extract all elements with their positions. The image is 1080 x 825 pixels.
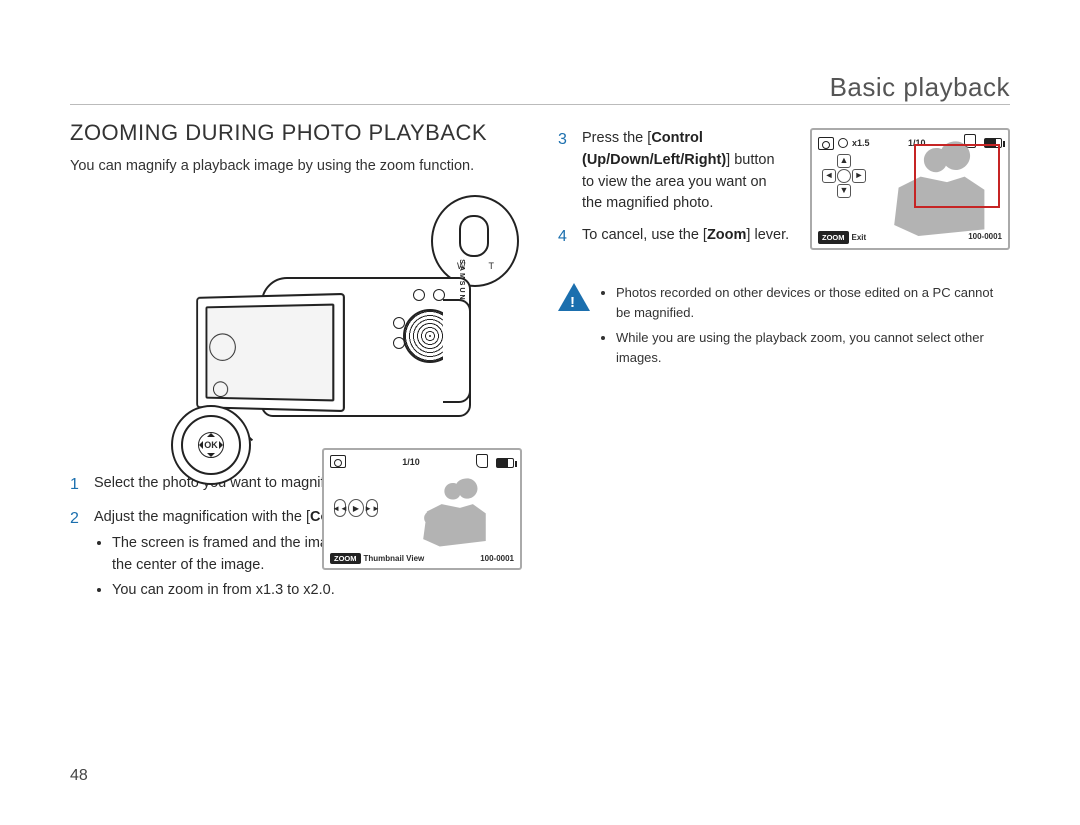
zoom-lever-icon	[459, 215, 489, 257]
zoom-tag-icon: ZOOM	[330, 553, 361, 564]
warning-icon: !	[558, 283, 590, 315]
step-4: 4 To cancel, use the [Zoom] lever.	[558, 225, 790, 249]
zoom-tag-icon: ZOOM	[818, 231, 849, 244]
photo-mode-icon	[818, 137, 834, 150]
camcorder-illustration: W T SAMSUNG O	[131, 195, 461, 455]
speaker-grille-icon	[403, 309, 457, 363]
note-2: While you are using the playback zoom, y…	[616, 328, 1010, 367]
nav-cross-icon: ▲▼◄►	[822, 154, 866, 198]
magnify-icon	[838, 138, 848, 148]
file-number: 100-0001	[968, 231, 1002, 243]
file-number: 100-0001	[480, 554, 514, 563]
column-right: 3 Press the [Control (Up/Down/Left/Right…	[558, 120, 1010, 735]
section-heading: ZOOMING DURING PHOTO PLAYBACK	[70, 120, 522, 146]
chapter-title: Basic playback	[830, 72, 1010, 103]
header-rule	[70, 104, 1010, 105]
intro-text: You can magnify a playback image by usin…	[70, 156, 522, 177]
playback-controls-icon: ◄◄▶►►	[334, 496, 378, 520]
zoom-region-indicator	[914, 144, 1000, 208]
lcd-preview-normal: 1/10 ◄◄▶►► ZOOMThumbnail View 100-0001	[322, 448, 522, 570]
photo-silhouette-icon	[414, 460, 506, 552]
ok-dpad-callout: OK	[171, 405, 251, 485]
flip-lcd	[196, 293, 345, 412]
manual-page: Basic playback ZOOMING DURING PHOTO PLAY…	[0, 0, 1080, 825]
page-number: 48	[70, 767, 88, 785]
brand-label: SAMSUNG	[458, 259, 465, 309]
notes-block: ! Photos recorded on other devices or th…	[558, 283, 1010, 373]
photo-mode-icon	[330, 455, 346, 468]
lcd-preview-zoomed: x1.5 1/10 ▲▼◄► ZOOMExi	[810, 128, 1010, 250]
content-columns: ZOOMING DURING PHOTO PLAYBACK You can ma…	[70, 120, 1010, 735]
zoom-lever-callout: W T	[431, 195, 519, 287]
note-1: Photos recorded on other devices or thos…	[616, 283, 1010, 322]
step2-bullet-2: You can zoom in from x1.3 to x2.0.	[112, 580, 522, 602]
step-3: 3 Press the [Control (Up/Down/Left/Right…	[558, 128, 790, 215]
ok-button-icon: OK	[198, 432, 224, 458]
column-left: ZOOMING DURING PHOTO PLAYBACK You can ma…	[70, 120, 522, 735]
